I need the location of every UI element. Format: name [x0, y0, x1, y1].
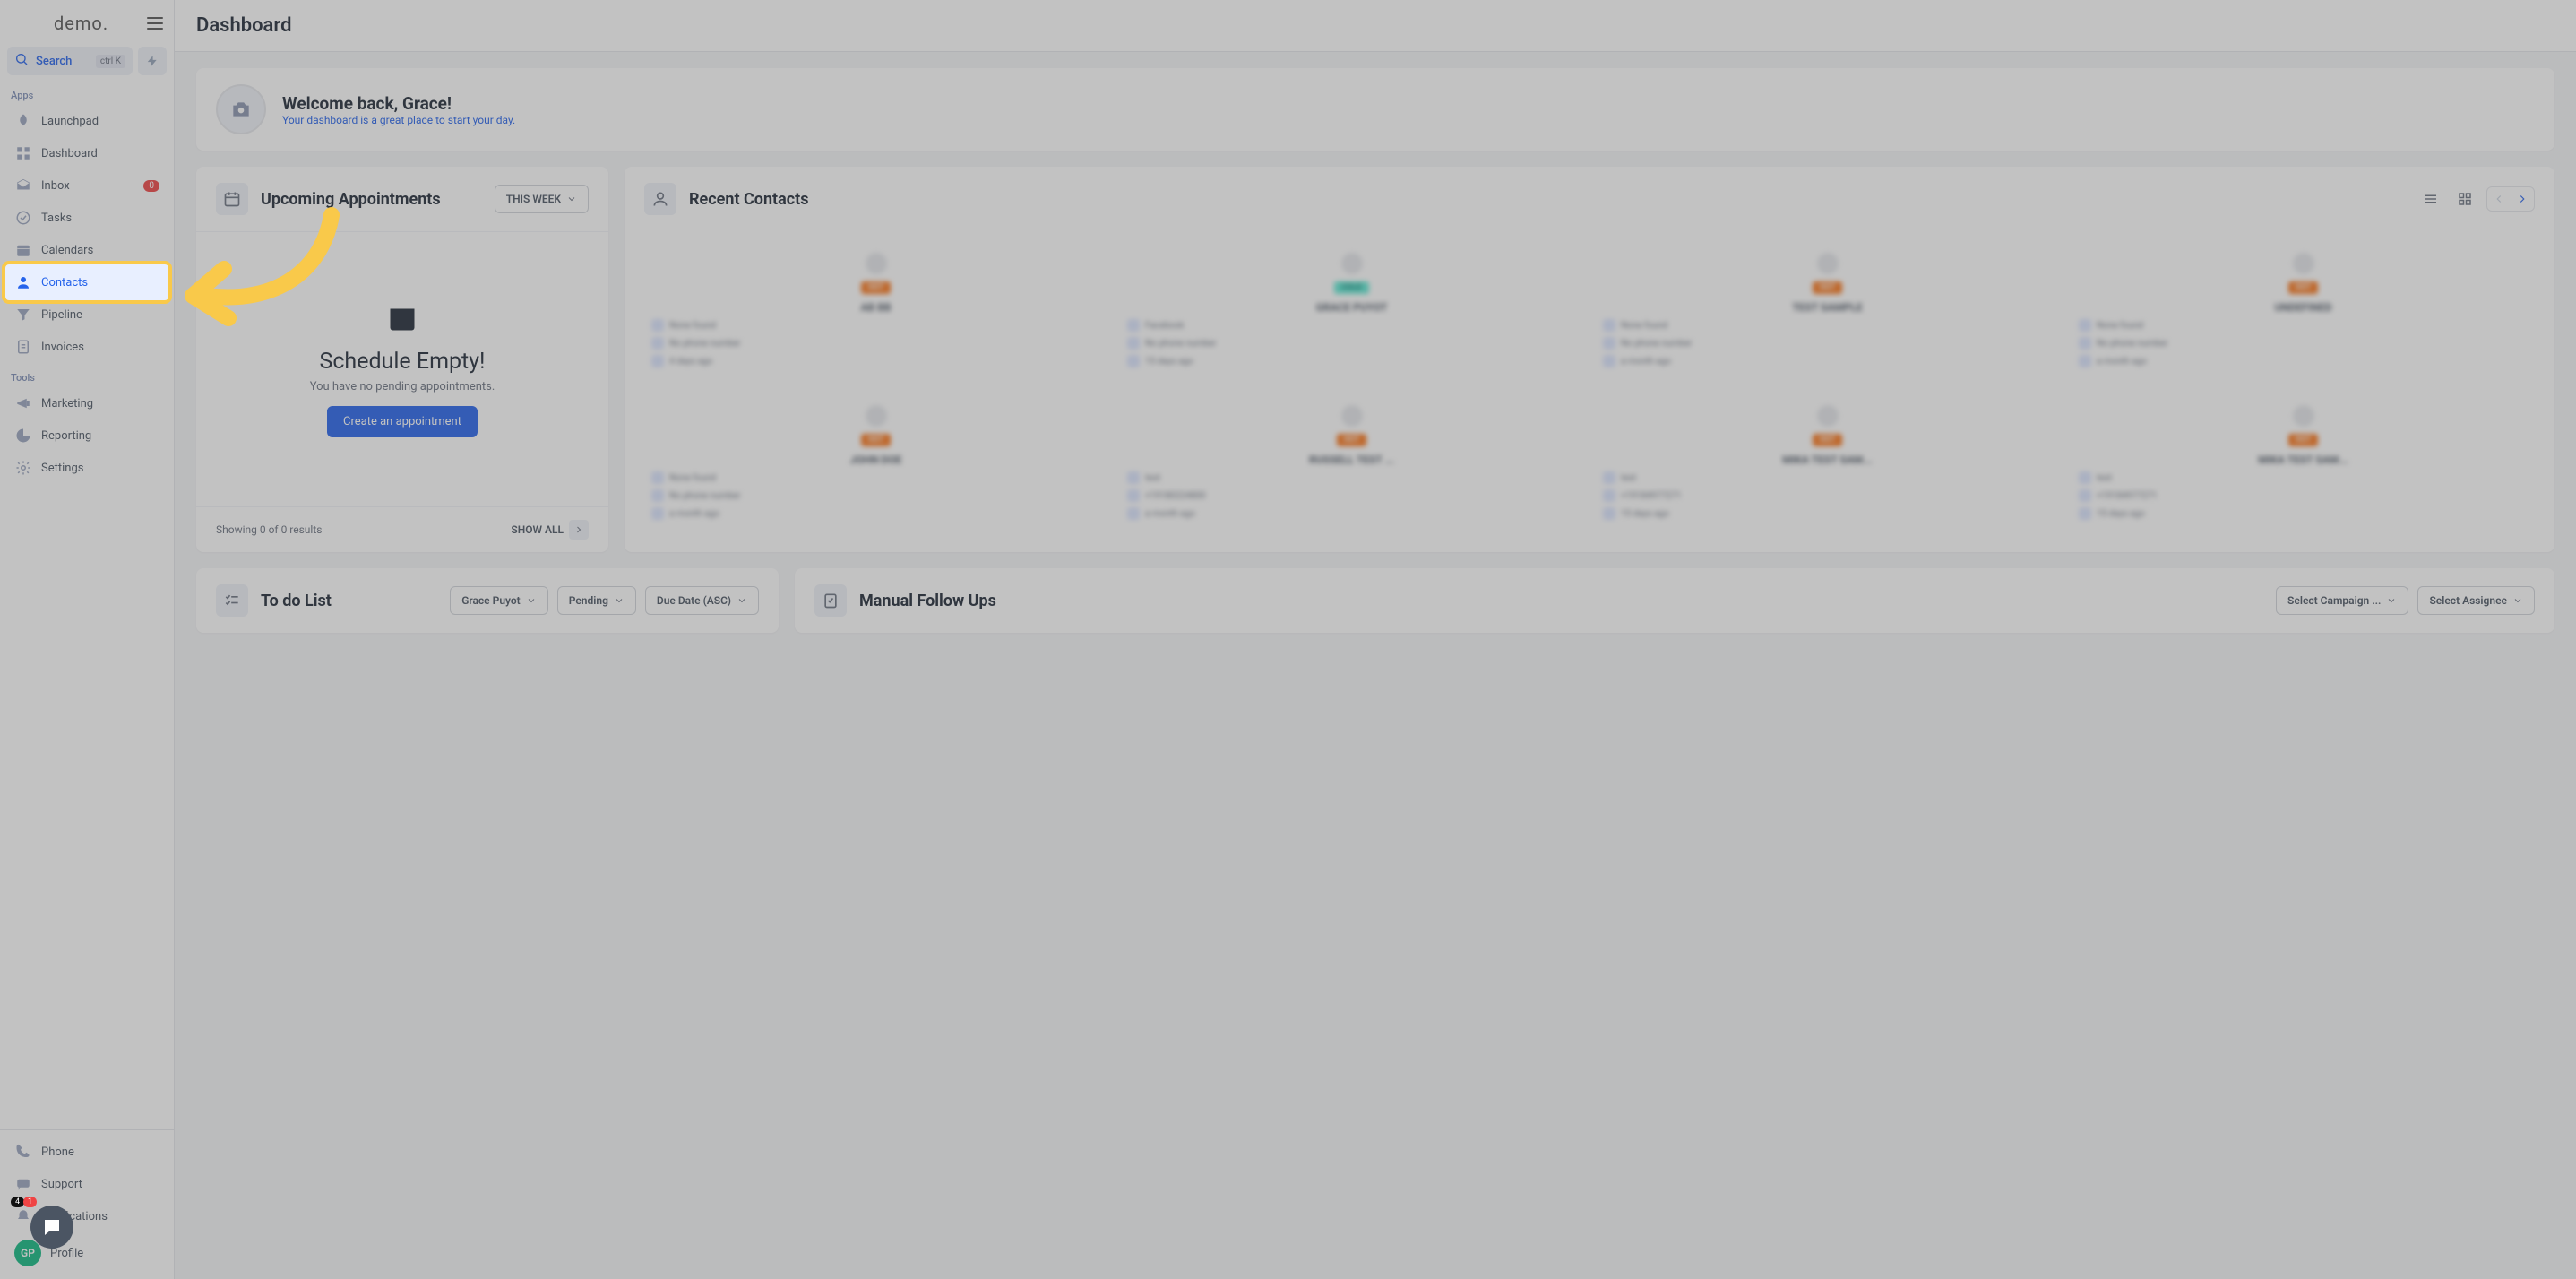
appointments-title: Upcoming Appointments — [261, 190, 441, 209]
chat-icon — [14, 1175, 32, 1193]
gear-icon — [14, 459, 32, 477]
chevron-down-icon — [737, 595, 747, 606]
contact-tile[interactable]: HOT MIKA TEST SAM... test +19184977271 1… — [1596, 393, 2059, 532]
person-icon — [14, 273, 32, 291]
camera-icon[interactable] — [216, 84, 266, 134]
check-icon — [14, 209, 32, 227]
sidebar-item-launchpad[interactable]: Launchpad — [7, 105, 167, 137]
welcome-card: Welcome back, Grace! Your dashboard is a… — [196, 68, 2554, 151]
todo-user-filter[interactable]: Grace Puyot — [450, 586, 548, 615]
contact-tile[interactable]: HOT AB BB None found No phone number 4 d… — [644, 240, 1107, 380]
page-header: Dashboard — [175, 0, 2576, 52]
chevron-down-icon — [566, 194, 577, 204]
create-appointment-button[interactable]: Create an appointment — [327, 406, 478, 437]
bell-icon — [14, 1207, 32, 1225]
grid-icon — [14, 144, 32, 162]
search-shortcut: ctrl K — [96, 55, 125, 68]
contact-tile[interactable]: HOT UNDEFINED None found No phone number… — [2072, 240, 2535, 380]
chevron-right-icon — [569, 520, 589, 540]
chevron-down-icon — [614, 595, 625, 606]
todo-card: To do List Grace Puyot Pending Due Date … — [196, 568, 779, 633]
sidebar: demo. Search ctrl K Apps Launchpad Dashb… — [0, 0, 175, 1279]
list-view-button[interactable] — [2418, 186, 2443, 212]
show-all-button[interactable]: SHOW ALL — [511, 520, 589, 540]
chevron-down-icon — [2512, 595, 2523, 606]
clipboard-check-icon — [814, 584, 847, 617]
search-icon — [14, 52, 29, 70]
filter-icon — [14, 306, 32, 324]
empty-schedule-title: Schedule Empty! — [320, 349, 486, 375]
rocket-icon — [14, 112, 32, 130]
brand-logo: demo. — [11, 13, 108, 34]
campaign-select[interactable]: Select Campaign ... — [2276, 586, 2408, 615]
empty-schedule-subtitle: You have no pending appointments. — [310, 380, 495, 393]
grid-view-button[interactable] — [2452, 186, 2477, 212]
chevron-down-icon — [526, 595, 537, 606]
search-label: Search — [36, 55, 89, 68]
contact-tile[interactable]: HOT TEST SAMPLE None found No phone numb… — [1596, 240, 2059, 380]
calendar-icon — [216, 183, 248, 215]
sidebar-item-support[interactable]: Support — [0, 1168, 174, 1200]
search-button[interactable]: Search ctrl K — [7, 47, 133, 75]
sidebar-item-tasks[interactable]: Tasks — [7, 202, 167, 234]
assignee-select[interactable]: Select Assignee — [2417, 586, 2535, 615]
sidebar-item-marketing[interactable]: Marketing — [7, 387, 167, 419]
contact-tile[interactable]: COLD GRACE PUYOT Facebook No phone numbe… — [1120, 240, 1583, 380]
contact-tile[interactable]: HOT JOHN DOE None found No phone number … — [644, 393, 1107, 532]
todo-status-filter[interactable]: Pending — [557, 586, 636, 615]
contacts-prev-button[interactable] — [2487, 187, 2511, 211]
users-icon — [644, 183, 676, 215]
appointments-filter-dropdown[interactable]: THIS WEEK — [495, 185, 589, 213]
sidebar-item-inbox[interactable]: Inbox 0 — [7, 169, 167, 202]
sidebar-item-phone[interactable]: Phone — [0, 1136, 174, 1168]
todo-title: To do List — [261, 592, 332, 610]
document-icon — [14, 338, 32, 356]
sidebar-item-contacts[interactable]: Contacts — [7, 266, 167, 298]
menu-toggle-icon[interactable] — [147, 17, 163, 30]
contact-tile[interactable]: HOT RUSSELL TEST ... test +19180224800 a… — [1120, 393, 1583, 532]
notification-count-badge: 4 — [11, 1197, 24, 1207]
megaphone-icon — [14, 394, 32, 412]
welcome-subtitle: Your dashboard is a great place to start… — [282, 114, 515, 126]
chevron-down-icon — [2386, 595, 2397, 606]
recent-contacts-title: Recent Contacts — [689, 190, 808, 209]
notification-alert-badge: 1 — [23, 1197, 37, 1207]
checklist-icon — [216, 584, 248, 617]
help-chat-button[interactable] — [30, 1206, 73, 1249]
contact-tile[interactable]: HOT MIKA TEST SAM... test +19184977271 1… — [2072, 393, 2535, 532]
sidebar-item-profile[interactable]: GP Profile — [0, 1232, 174, 1274]
nav-section-apps: Apps — [0, 81, 174, 105]
calendar-large-icon — [386, 302, 418, 338]
welcome-title: Welcome back, Grace! — [282, 93, 515, 114]
sidebar-item-dashboard[interactable]: Dashboard — [7, 137, 167, 169]
user-avatar: GP — [14, 1240, 41, 1266]
nav-section-tools: Tools — [0, 363, 174, 387]
todo-sort-filter[interactable]: Due Date (ASC) — [645, 586, 759, 615]
appointments-result-count: Showing 0 of 0 results — [216, 523, 322, 536]
followups-title: Manual Follow Ups — [859, 592, 996, 610]
sidebar-item-invoices[interactable]: Invoices — [7, 331, 167, 363]
quick-action-button[interactable] — [138, 47, 167, 75]
pie-icon — [14, 427, 32, 445]
followups-card: Manual Follow Ups Select Campaign ... Se… — [795, 568, 2554, 633]
phone-icon — [14, 1143, 32, 1161]
appointments-card: Upcoming Appointments THIS WEEK Schedule… — [196, 167, 608, 552]
page-title: Dashboard — [196, 14, 2554, 37]
main-content: Dashboard Welcome back, Grace! Your dash… — [175, 0, 2576, 1279]
sidebar-item-notifications[interactable]: 4 1 Notifications — [0, 1200, 174, 1232]
contacts-next-button[interactable] — [2511, 187, 2534, 211]
inbox-icon — [14, 177, 32, 194]
sidebar-item-settings[interactable]: Settings — [7, 452, 167, 484]
sidebar-item-reporting[interactable]: Reporting — [7, 419, 167, 452]
calendar-icon — [14, 241, 32, 259]
inbox-badge: 0 — [143, 180, 159, 192]
recent-contacts-card: Recent Contacts HOT AB BB None fou — [625, 167, 2554, 552]
